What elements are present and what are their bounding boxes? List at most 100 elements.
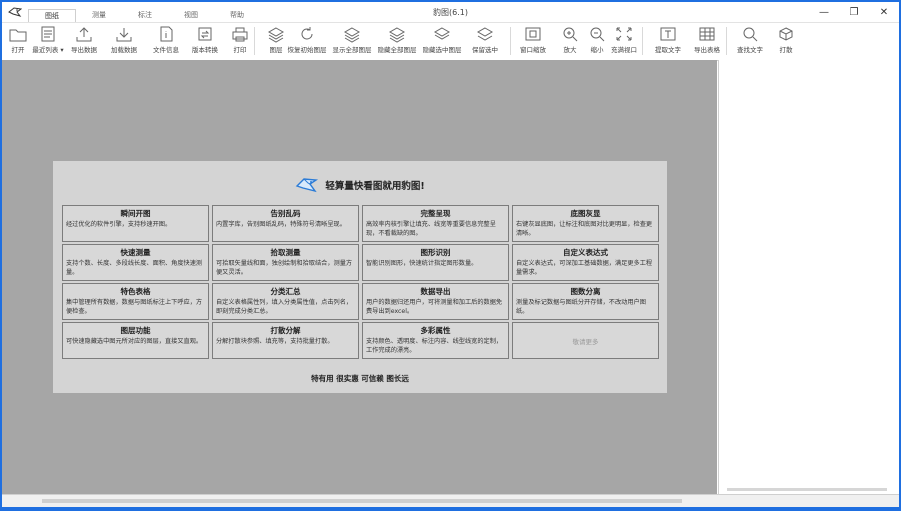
- feature-title: 底图灰显: [570, 209, 601, 218]
- toolbar-separator: [510, 27, 511, 55]
- welcome-card: 轻算量快看图就用豹图! 瞬间开图 经过优化的软件引擎，支持秒速开图。 告别乱码 内置字…: [53, 161, 667, 393]
- feature-description: 右键灰显底图，让标注和底图对比更明显，检查更清晰。: [516, 221, 653, 237]
- app-window: 图纸 测量 标注 视图 帮助 豹图(6.1) — ❐ ✕ 打开 最近列表 ▾ 导出数据 加载数…: [2, 2, 899, 507]
- feature-description: 用户的数据归还用户，可将测量和加工后的数据免费导出到excel。: [366, 299, 503, 315]
- feature-description: 自定义表格属性列，填入分类属性值，点击列名，即刻完成分类汇总。: [216, 299, 353, 315]
- toolbar-button[interactable]: 隐藏选中图层: [422, 25, 462, 55]
- app-logo-icon: [8, 7, 22, 17]
- feature-title: 多彩属性: [420, 326, 451, 335]
- hide-selected-layer-icon: [433, 27, 451, 40]
- restore-layers-icon: [301, 27, 313, 40]
- feature-card: 完整呈现 高效率内核引擎让填充、线宽等重要信息完整呈现，不看裁缺的图。: [362, 205, 509, 242]
- feature-title: 自定义表达式: [563, 248, 608, 257]
- drawing-canvas[interactable]: 轻算量快看图就用豹图! 瞬间开图 经过优化的软件引擎，支持秒速开图。 告别乱码 内置字…: [2, 60, 717, 494]
- load-data-icon: [116, 28, 132, 42]
- toolbar-button[interactable]: 窗口缩放: [513, 25, 553, 55]
- window-zoom-icon: [525, 27, 541, 41]
- toolbar-button[interactable]: 导出表格: [687, 25, 727, 55]
- feature-title: 特色表格: [120, 287, 151, 296]
- right-panel: [718, 60, 899, 494]
- feature-description: 集中管理所有数据，数据与图纸标注上下呼应，方便检查。: [66, 299, 203, 315]
- feature-description: 分解打散块参照、填充等，支持批量打散。: [216, 338, 334, 345]
- toolbar-button[interactable]: 隐藏全部图层: [377, 25, 417, 55]
- right-panel-scrollbar[interactable]: [727, 488, 887, 491]
- hide-all-layers-icon: [388, 27, 406, 43]
- feature-description: 支持个数、长度、多段线长度、面积、角度快速测量。: [66, 260, 203, 276]
- toolbar-button[interactable]: 查找文字: [730, 25, 770, 55]
- menu-tab[interactable]: 图纸: [28, 9, 76, 22]
- feature-card: 底图灰显右键灰显底图，让标注和底图对比更明显，检查更清晰。: [512, 205, 659, 242]
- toolbar-button-label: 加载数据: [111, 46, 137, 54]
- minimize-button[interactable]: —: [809, 2, 839, 22]
- folder-icon: [9, 29, 27, 42]
- feature-title: 图数分离: [570, 287, 601, 296]
- feature-title: 图层功能: [120, 326, 151, 335]
- toolbar-button[interactable]: 恢复初始图层: [287, 25, 327, 55]
- find-text-icon: [743, 27, 758, 42]
- feature-description: 智能识别图形，快速统计指定图形数量。: [366, 260, 478, 267]
- toolbar-button-label: 显示全部图层: [332, 46, 372, 54]
- feature-description: 可拾取矢量线和面，独创绘制和拾取结合，测量方便又灵活。: [216, 260, 353, 276]
- version-convert-icon: [198, 27, 212, 41]
- toolbar-button[interactable]: 打散: [766, 25, 806, 55]
- menu-tab[interactable]: 视图: [168, 9, 214, 22]
- toolbar-button-label: 充满视口: [611, 46, 637, 54]
- feature-card: 特色表格集中管理所有数据，数据与图纸标注上下呼应，方便检查。: [62, 283, 209, 320]
- toolbar-button[interactable]: 保留选中: [465, 25, 505, 55]
- feature-card: 自定义表达式 自定义表达式，可深加工基础数据，满足更多工程量需求。: [512, 244, 659, 281]
- more-features-card[interactable]: 敬请更多: [512, 322, 659, 359]
- feature-title: 打散分解: [270, 326, 301, 335]
- toolbar-button-label: 保留选中: [472, 46, 498, 54]
- welcome-header: 轻算量快看图就用豹图!: [53, 175, 667, 195]
- feature-card: 图层功能可快速隐藏选中图元所对应的图层，直接又直观。: [62, 322, 209, 359]
- export-table-icon: [699, 27, 715, 41]
- toolbar-button-label: 打散: [779, 46, 793, 54]
- explode-icon: [779, 27, 793, 41]
- toolbar-button[interactable]: 导出数据: [64, 25, 104, 55]
- menu-tab[interactable]: 标注: [122, 9, 168, 22]
- feature-title: 完整呈现: [420, 209, 451, 218]
- slogan: 特有用 很实惠 可信赖 图长远: [311, 374, 409, 383]
- toolbar-button-label: 提取文字: [655, 46, 681, 54]
- toolbar-button[interactable]: 显示全部图层: [332, 25, 372, 55]
- show-all-layers-icon: [343, 27, 361, 43]
- toolbar-button[interactable]: 提取文字: [648, 25, 688, 55]
- menu-tab[interactable]: 帮助: [214, 9, 260, 22]
- toolbar-button[interactable]: 版本转换: [185, 25, 225, 55]
- feature-description: 内置字库，告别图纸乱码，特殊符号清晰呈现。: [216, 221, 346, 228]
- printer-icon: [232, 27, 248, 42]
- status-bar: [2, 494, 899, 507]
- fit-viewport-icon: [616, 27, 632, 41]
- toolbar-button[interactable]: 加载数据: [104, 25, 144, 55]
- toolbar-button-label: 最近列表 ▾: [32, 46, 64, 54]
- feature-description: 支持颜色、透明度、标注内容、线型线宽的定制，工作完成的漂亮。: [366, 338, 503, 354]
- close-button[interactable]: ✕: [869, 2, 899, 22]
- maximize-button[interactable]: ❐: [839, 2, 869, 22]
- toolbar-button-label: 导出数据: [71, 46, 97, 54]
- file-info-icon: [160, 26, 173, 42]
- toolbar-button-label: 隐藏全部图层: [377, 46, 417, 54]
- extract-text-icon: [660, 27, 676, 41]
- export-data-icon: [76, 27, 92, 42]
- feature-description: 测量及标记数据与图纸分开存储，不改动用户图纸。: [516, 299, 646, 315]
- window-controls: — ❐ ✕: [809, 2, 899, 22]
- feature-card: 分类汇总 自定义表格属性列，填入分类属性值，点击列名，即刻完成分类汇总。: [212, 283, 359, 320]
- toolbar-button[interactable]: 充满视口: [604, 25, 644, 55]
- feature-description: 可快速隐藏选中图元所对应的图层，直接又直观。: [66, 338, 203, 345]
- feature-card: 瞬间开图 经过优化的软件引擎，支持秒速开图。: [62, 205, 209, 242]
- feature-card: 打散分解分解打散块参照、填充等，支持批量打散。: [212, 322, 359, 359]
- feature-card: 多彩属性支持颜色、透明度、标注内容、线型线宽的定制，工作完成的漂亮。: [362, 322, 509, 359]
- toolbar-separator: [642, 27, 643, 55]
- toolbar-button[interactable]: 最近列表 ▾: [28, 25, 68, 55]
- more-features-label: 敬请更多: [572, 337, 599, 346]
- toolbar-button-label: 导出表格: [694, 46, 720, 54]
- toolbar-button-label: 恢复初始图层: [287, 46, 327, 54]
- feature-card: 告别乱码 内置字库，告别图纸乱码，特殊符号清晰呈现。: [212, 205, 359, 242]
- toolbar-button[interactable]: 文件信息: [146, 25, 186, 55]
- toolbar-button-label: 版本转换: [192, 46, 218, 54]
- leopard-logo-icon: [296, 178, 319, 193]
- toolbar-button-label: 隐藏选中图层: [422, 46, 462, 54]
- menu-tab[interactable]: 测量: [76, 9, 122, 22]
- feature-title: 瞬间开图: [120, 209, 151, 218]
- horizontal-scrollbar[interactable]: [42, 499, 682, 503]
